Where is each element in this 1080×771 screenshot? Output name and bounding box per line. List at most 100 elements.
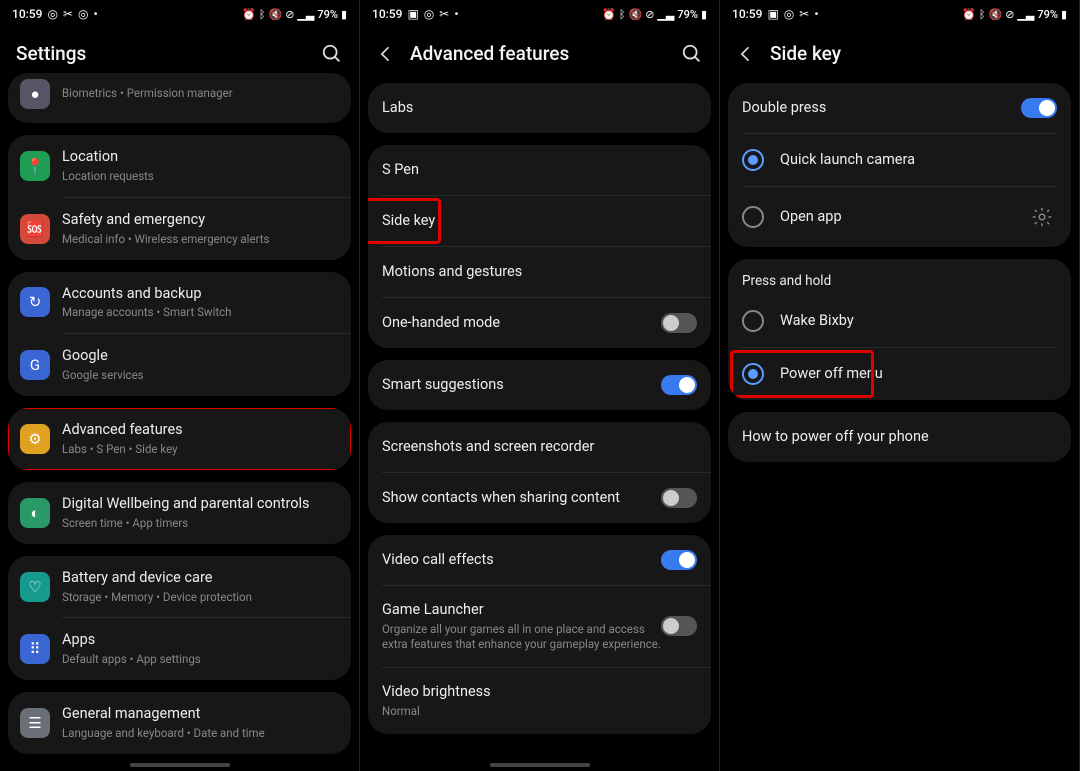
feature-row-videobright[interactable]: Video brightness Normal — [368, 668, 711, 734]
row-title: Game Launcher — [382, 601, 661, 620]
row-title: Quick launch camera — [780, 151, 915, 170]
row-sub: Google services — [62, 368, 339, 383]
row-title: Motions and gestures — [382, 263, 697, 282]
radio-openapp[interactable] — [742, 206, 764, 228]
page-title: Advanced features — [410, 42, 667, 65]
status-bar: 10:59 ◎ ✂ ◎ • ⏰ ᛒ 🔇 ⊘ ▁▃ 79% ▮ — [0, 0, 359, 28]
row-title: How to power off your phone — [742, 428, 929, 447]
double-press-toggle[interactable] — [1021, 98, 1057, 118]
feature-row-contacts[interactable]: Show contacts when sharing content — [368, 473, 711, 523]
option-poweroff[interactable]: Power off menu — [728, 348, 1071, 400]
row-title: Accounts and backup — [62, 285, 339, 304]
header: Side key — [720, 28, 1079, 83]
settings-group: ⚙Advanced featuresLabs • S Pen • Side ke… — [8, 408, 351, 470]
row-title: Screenshots and screen recorder — [382, 438, 697, 457]
settings-row-accounts[interactable]: ↻Accounts and backupManage accounts • Sm… — [8, 272, 351, 334]
feature-row-sidekey[interactable]: Side key — [368, 196, 711, 246]
battery-icon: ▮ — [1061, 8, 1067, 21]
option-openapp[interactable]: Open app — [728, 187, 1071, 247]
settings-row-apps[interactable]: ⠿AppsDefault apps • App settings — [8, 618, 351, 680]
signal-icon: ▁▃ — [1017, 8, 1034, 21]
option-camera[interactable]: Quick launch camera — [728, 134, 1071, 186]
feature-row-smart[interactable]: Smart suggestions — [368, 360, 711, 410]
row-title: General management — [62, 705, 339, 724]
status-time: 10:59 — [372, 7, 402, 21]
search-icon[interactable] — [681, 43, 703, 65]
feature-row-screenshots[interactable]: Screenshots and screen recorder — [368, 422, 711, 472]
feature-row-labs[interactable]: Labs — [368, 83, 711, 133]
feature-row-videocall[interactable]: Video call effects — [368, 535, 711, 585]
settings-group: 📍LocationLocation requests 🆘 Safety and em… — [8, 135, 351, 260]
settings-row-biometrics[interactable]: ●Biometrics • Permission manager — [8, 73, 351, 123]
feature-row-motions[interactable]: Motions and gestures — [368, 247, 711, 297]
row-sub: Normal — [382, 704, 697, 719]
advanced-features-panel: 10:59 ▣ ◎ ✂ • ⏰ ᛒ 🔇 ⊘ ▁▃ 79% ▮ Advanced … — [360, 0, 720, 771]
settings-row-advanced[interactable]: ⚙Advanced featuresLabs • S Pen • Side ke… — [8, 408, 351, 470]
press-hold-section: Press and holdWake Bixby Power off menu — [728, 259, 1071, 400]
radio-poweroff[interactable] — [742, 363, 764, 385]
instagram-icon: ◎ — [47, 7, 57, 21]
signal-icon: ▁▃ — [297, 8, 314, 21]
settings-row-general[interactable]: ☰General managementLanguage and keyboard… — [8, 692, 351, 754]
row-title: Open app — [780, 208, 842, 227]
row-title: Advanced features — [62, 421, 339, 440]
double-press-header[interactable]: Double press — [728, 83, 1071, 133]
radio-camera[interactable] — [742, 149, 764, 171]
row-title: One-handed mode — [382, 314, 661, 333]
row-sub: Manage accounts • Smart Switch — [62, 305, 339, 320]
row-title: Power off menu — [780, 365, 883, 384]
radio-bixby[interactable] — [742, 310, 764, 332]
gamelauncher-toggle[interactable] — [661, 616, 697, 636]
back-icon[interactable] — [736, 44, 756, 64]
signal-icon: ▁▃ — [657, 8, 674, 21]
contacts-toggle[interactable] — [661, 488, 697, 508]
onehand-toggle[interactable] — [661, 313, 697, 333]
settings-row-battery[interactable]: ♡Battery and device careStorage • Memory… — [8, 556, 351, 618]
row-title: Location — [62, 148, 339, 167]
wifi-icon: ⊘ — [1005, 8, 1014, 21]
row-sub: Screen time • App timers — [62, 516, 339, 531]
row-title: Safety and emergency — [62, 211, 339, 230]
nav-indicator[interactable] — [130, 763, 230, 767]
settings-group: ◐Digital Wellbeing and parental controls… — [8, 482, 351, 544]
apps-icon: ⠿ — [20, 634, 50, 664]
videocall-toggle[interactable] — [661, 550, 697, 570]
back-icon[interactable] — [376, 44, 396, 64]
settings-group: ♡Battery and device careStorage • Memory… — [8, 556, 351, 681]
feature-row-spen[interactable]: S Pen — [368, 145, 711, 195]
page-title: Side key — [770, 42, 1063, 65]
gear-icon[interactable] — [1027, 202, 1057, 232]
settings-row-safety[interactable]: 🆘Safety and emergencyMedical info • Wire… — [8, 198, 351, 260]
howto-row[interactable]: How to power off your phone — [728, 412, 1071, 462]
status-bar: 10:59 ▣ ◎ ✂ • ⏰ ᛒ 🔇 ⊘ ▁▃ 79% ▮ — [720, 0, 1079, 28]
nav-indicator[interactable] — [490, 763, 590, 767]
alarm-icon: ⏰ — [242, 8, 256, 21]
wifi-icon: ⊘ — [285, 8, 294, 21]
alarm-icon: ⏰ — [602, 8, 616, 21]
settings-group: ☰General managementLanguage and keyboard… — [8, 692, 351, 754]
advanced-icon: ⚙ — [20, 424, 50, 454]
howto-section: How to power off your phone — [728, 412, 1071, 462]
safety-icon: 🆘 — [20, 214, 50, 244]
smart-toggle[interactable] — [661, 375, 697, 395]
settings-group: ●Biometrics • Permission manager — [8, 73, 351, 123]
settings-row-google[interactable]: GGoogleGoogle services — [8, 334, 351, 396]
more-icon: • — [93, 7, 97, 21]
header: Advanced features — [360, 28, 719, 83]
more-icon: • — [454, 7, 458, 21]
image-icon: ▣ — [407, 7, 418, 21]
scissors-icon: ✂ — [799, 7, 809, 21]
bluetooth-icon: ᛒ — [979, 8, 986, 21]
feature-row-gamelauncher[interactable]: Game LauncherOrganize all your games all… — [368, 586, 711, 667]
settings-row-wellbeing[interactable]: ◐Digital Wellbeing and parental controls… — [8, 482, 351, 544]
feature-row-onehand[interactable]: One-handed mode — [368, 298, 711, 348]
battery-icon: ♡ — [20, 572, 50, 602]
settings-row-location[interactable]: 📍LocationLocation requests — [8, 135, 351, 197]
instagram-icon: ◎ — [784, 7, 794, 21]
image-icon: ▣ — [767, 7, 778, 21]
row-title: Video brightness — [382, 683, 697, 702]
option-bixby[interactable]: Wake Bixby — [728, 295, 1071, 347]
section-label: Press and hold — [728, 259, 1071, 295]
battery-text: 79% — [677, 8, 698, 21]
search-icon[interactable] — [321, 43, 343, 65]
